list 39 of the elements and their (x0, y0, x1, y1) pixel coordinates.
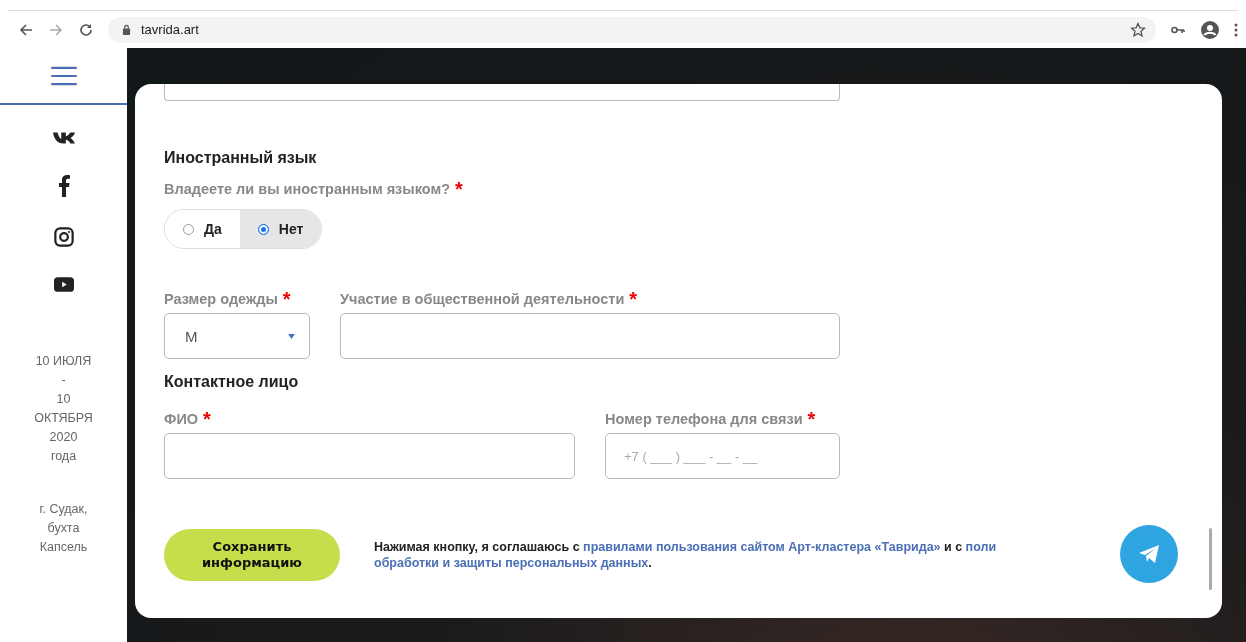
policy-link[interactable]: правилами пользования сайтом Арт-кластера «Таврида» (583, 540, 941, 554)
radio-option[interactable]: Нет (239, 210, 322, 248)
required-mark: * (203, 411, 211, 427)
event-dates: 10 ИЮЛЯ - 10 ОКТЯБРЯ 2020 года (34, 353, 93, 465)
reload-icon[interactable] (78, 21, 94, 38)
input-field[interactable] (340, 313, 840, 359)
youtube-icon[interactable] (53, 277, 74, 292)
paper-plane-icon (1139, 545, 1159, 563)
back-icon[interactable] (18, 21, 34, 38)
menu-icon[interactable] (50, 65, 77, 86)
field-label: Номер телефона для связи (605, 411, 803, 427)
telegram-button[interactable] (1120, 525, 1178, 583)
event-location: г. Судак, бухта Капсель (39, 501, 88, 556)
vk-icon[interactable] (52, 131, 75, 145)
required-mark: * (455, 181, 463, 197)
field-label: Участие в общественной деятельности (340, 291, 625, 307)
size-dropdown[interactable]: M (164, 313, 310, 359)
required-mark: * (807, 411, 816, 427)
star-icon[interactable] (1130, 21, 1146, 38)
required-mark: * (629, 291, 638, 307)
policy-link[interactable]: поли (965, 540, 997, 554)
field-label: ФИО (164, 411, 199, 427)
input-field[interactable] (164, 433, 575, 479)
instagram-icon[interactable] (53, 227, 74, 247)
menu-icon[interactable] (1234, 21, 1238, 38)
caret-icon (288, 333, 295, 339)
section-heading: Контактное лицо (164, 373, 300, 391)
save-button[interactable]: Сохранить информацию (164, 529, 340, 581)
required-mark: * (282, 291, 291, 307)
address-bar[interactable]: tavrida.art (108, 16, 1156, 43)
account-icon[interactable] (1200, 19, 1220, 40)
section-heading: Иностранный язык (164, 149, 318, 167)
scrollbar[interactable] (1209, 528, 1212, 590)
lock-icon (122, 24, 131, 35)
field-label: Владеете ли вы иностранным языком? (164, 181, 450, 197)
phone-field[interactable]: +7 ( ___ ) ___ - __ - __ (605, 433, 840, 479)
input-field[interactable] (164, 84, 840, 101)
facebook-icon[interactable] (57, 175, 70, 197)
field-label: Размер одежды (164, 291, 278, 307)
